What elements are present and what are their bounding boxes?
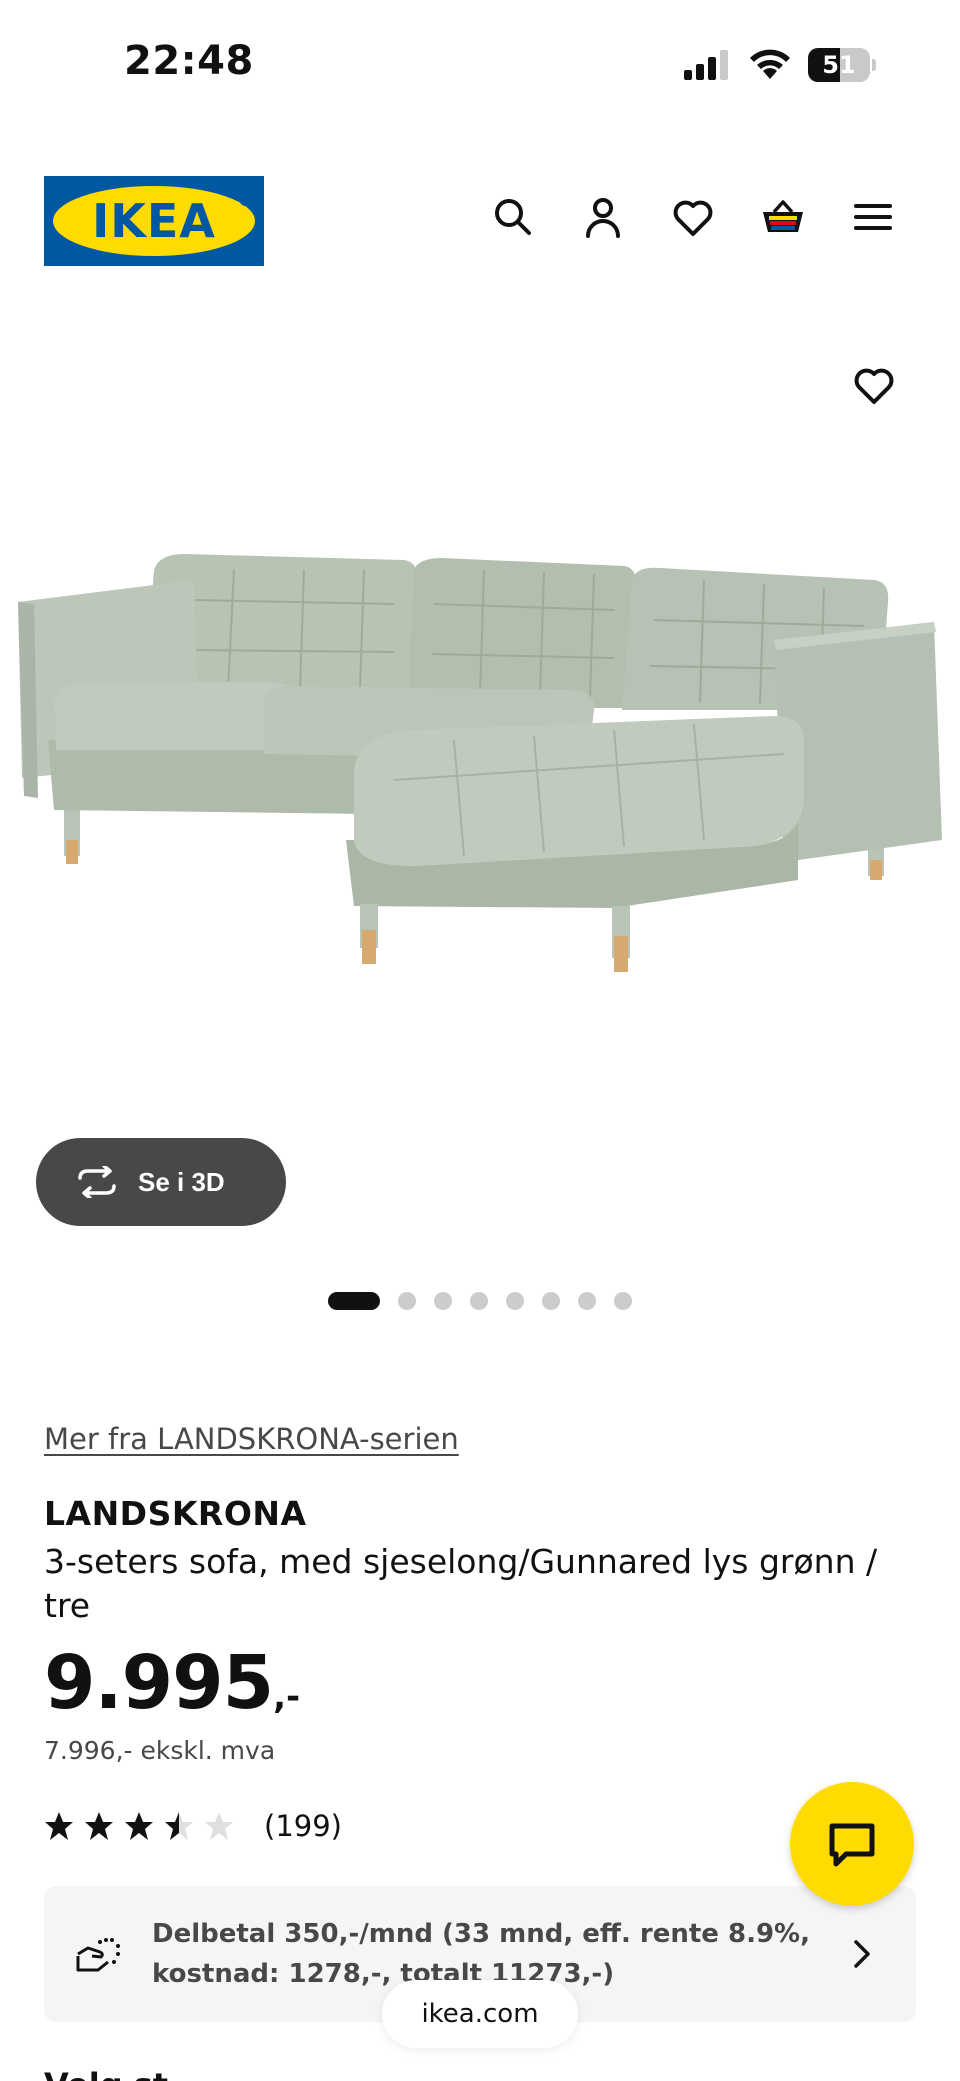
star-icon	[165, 1812, 193, 1840]
basket-button[interactable]	[760, 194, 806, 240]
star-icon	[125, 1812, 153, 1840]
status-bar: 22:48 51	[0, 0, 960, 120]
product-price: 9.995,-	[44, 1640, 300, 1726]
status-time: 22:48	[124, 38, 254, 84]
product-image-sofa	[18, 554, 942, 972]
product-description: 3-seters sofa, med sjeselong/Gunnared ly…	[44, 1542, 878, 1625]
battery-level: 51	[822, 51, 856, 79]
carousel-dot[interactable]	[328, 1292, 380, 1310]
series-link[interactable]: Mer fra LANDSKRONA-serien	[44, 1422, 459, 1456]
chat-button[interactable]	[790, 1782, 914, 1906]
browser-url-bar[interactable]: ikea.com	[382, 1980, 578, 2048]
star-icon	[85, 1812, 113, 1840]
ikea-logo[interactable]: IKEA	[44, 176, 264, 266]
carousel-dot[interactable]	[614, 1292, 632, 1310]
search-icon	[495, 199, 531, 235]
price-suffix: ,-	[273, 1677, 301, 1717]
heart-icon	[673, 200, 713, 236]
rating-stars	[44, 1811, 244, 1841]
product-name: LANDSKRONA	[44, 1494, 307, 1533]
logo-text: IKEA	[92, 194, 216, 248]
account-button[interactable]	[580, 194, 626, 240]
rotate-3d-icon	[78, 1166, 116, 1198]
heart-icon	[854, 368, 894, 404]
carousel-dot[interactable]	[542, 1292, 560, 1310]
wifi-icon	[750, 49, 790, 79]
view-in-3d-label: Se i 3D	[138, 1166, 225, 1197]
carousel-dot[interactable]	[506, 1292, 524, 1310]
price-main: 9.995	[44, 1640, 274, 1726]
menu-button[interactable]	[850, 194, 896, 240]
chevron-right-icon	[854, 1940, 870, 1968]
price-excl-vat: 7.996,- ekskl. mva	[44, 1736, 276, 1765]
battery-icon: 51	[808, 48, 876, 82]
carousel-dot[interactable]	[398, 1292, 416, 1310]
site-header: IKEA	[0, 170, 960, 270]
basket-icon	[763, 200, 803, 232]
carousel-dots[interactable]	[0, 1292, 960, 1312]
carousel-dot[interactable]	[578, 1292, 596, 1310]
cellular-signal-icon	[684, 50, 728, 80]
view-in-3d-button[interactable]: Se i 3D	[36, 1138, 286, 1226]
chat-bubble-icon	[829, 1823, 875, 1867]
star-icon	[205, 1812, 233, 1840]
menu-icon	[854, 204, 892, 230]
next-section-heading: Velg st...	[44, 2066, 205, 2081]
product-gallery[interactable]: Se i 3D	[0, 300, 960, 1330]
carousel-dot[interactable]	[470, 1292, 488, 1310]
account-icon	[586, 198, 620, 238]
add-to-favourites-button[interactable]	[852, 364, 896, 408]
product-rating[interactable]: (199)	[44, 1806, 342, 1846]
carousel-dot[interactable]	[434, 1292, 452, 1310]
search-button[interactable]	[490, 194, 536, 240]
star-icon	[45, 1812, 73, 1840]
wishlist-button[interactable]	[670, 194, 716, 240]
rating-count: (199)	[264, 1809, 342, 1843]
installment-payment-icon	[76, 1938, 120, 1972]
